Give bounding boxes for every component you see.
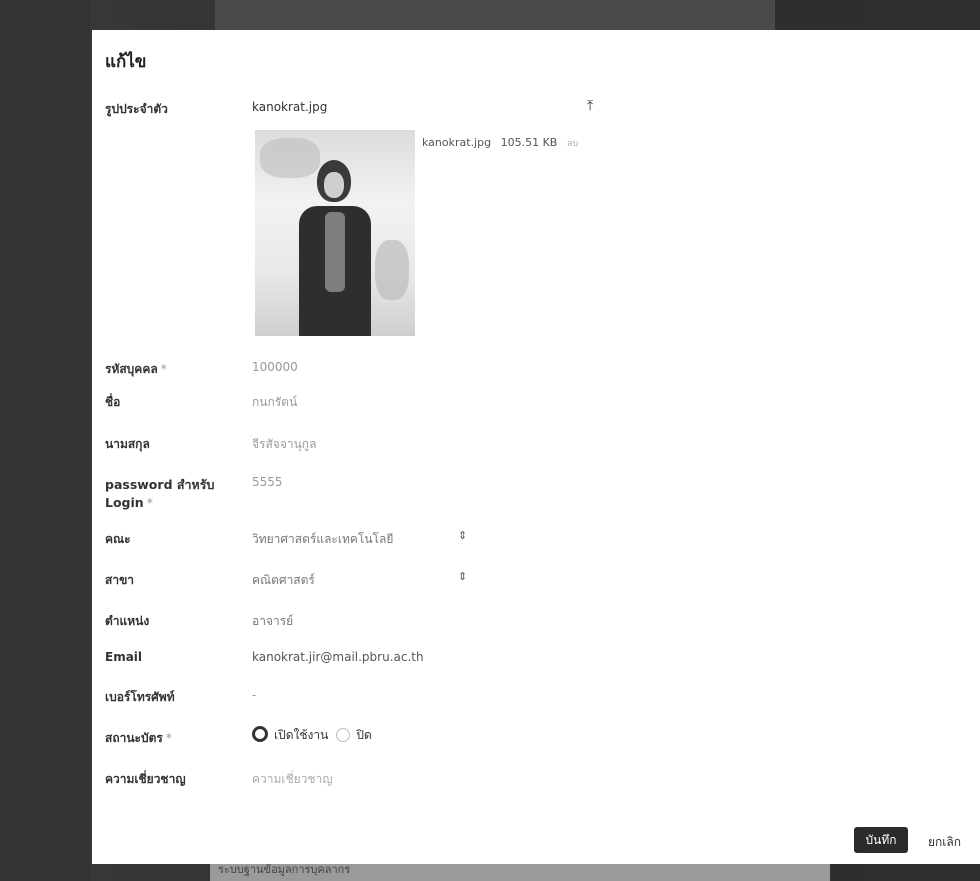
last-name-field[interactable]: จีรสัจจานุกูล [252, 435, 316, 454]
faculty-select[interactable]: วิทยาศาสตร์และเทคโนโลยี [252, 530, 393, 549]
first-name-label: ชื่อ [105, 395, 121, 409]
phone-field[interactable]: - [252, 688, 256, 702]
password-label: password สำหรับ Login * [105, 477, 215, 510]
staff-id-field[interactable]: 100000 [252, 360, 298, 374]
photo-filename[interactable]: kanokrat.jpg [252, 100, 327, 114]
photo-label: รูปประจำตัว [105, 102, 168, 116]
email-label: Email [105, 650, 143, 664]
cancel-button[interactable]: ยกเลิก [928, 833, 961, 852]
header-backdrop [215, 0, 775, 30]
sidebar-backdrop [0, 0, 90, 881]
faculty-label: คณะ [105, 532, 131, 546]
status-label: สถานะบัตร * [105, 731, 172, 745]
select-arrows-icon[interactable]: ⇕ [458, 570, 467, 583]
phone-label: เบอร์โทรศัพท์ [105, 690, 175, 704]
file-meta-size: 105.51 KB [500, 136, 558, 149]
file-meta-name: kanokrat.jpg [422, 136, 492, 149]
staff-id-label: รหัสบุคคล * [105, 362, 167, 376]
select-arrows-icon[interactable]: ⇕ [458, 529, 467, 542]
status-option-off[interactable]: ปิด [356, 728, 371, 742]
email-field[interactable]: kanokrat.jir@mail.pbru.ac.th [252, 650, 424, 664]
status-radio-group: เปิดใช้งาน ปิด [252, 726, 372, 745]
expertise-field[interactable]: ความเชี่ยวชาญ [252, 770, 333, 789]
file-remove-link[interactable]: ลบ [567, 139, 578, 149]
profile-photo [255, 130, 415, 336]
last-name-label: นามสกุล [105, 437, 150, 451]
save-button[interactable]: บันทึก [854, 827, 908, 853]
password-field[interactable]: 5555 [252, 475, 283, 489]
position-field[interactable]: อาจารย์ [252, 612, 293, 631]
edit-modal: แก้ไข รูปประจำตัว kanokrat.jpg ⤒ kanokra… [92, 30, 980, 864]
radio-checked-icon[interactable] [252, 726, 268, 742]
first-name-field[interactable]: กนกรัตน์ [252, 393, 297, 412]
file-meta: kanokrat.jpg 105.51 KB ลบ [422, 136, 578, 150]
position-label: ตำแหน่ง [105, 614, 150, 628]
major-label: สาขา [105, 573, 135, 587]
major-select[interactable]: คณิตศาสตร์ [252, 571, 315, 590]
status-option-on[interactable]: เปิดใช้งาน [274, 728, 328, 742]
upload-icon[interactable]: ⤒ [587, 98, 593, 114]
radio-unchecked-icon[interactable] [336, 728, 351, 742]
modal-title: แก้ไข [105, 52, 147, 72]
expertise-label: ความเชี่ยวชาญ [105, 772, 186, 786]
